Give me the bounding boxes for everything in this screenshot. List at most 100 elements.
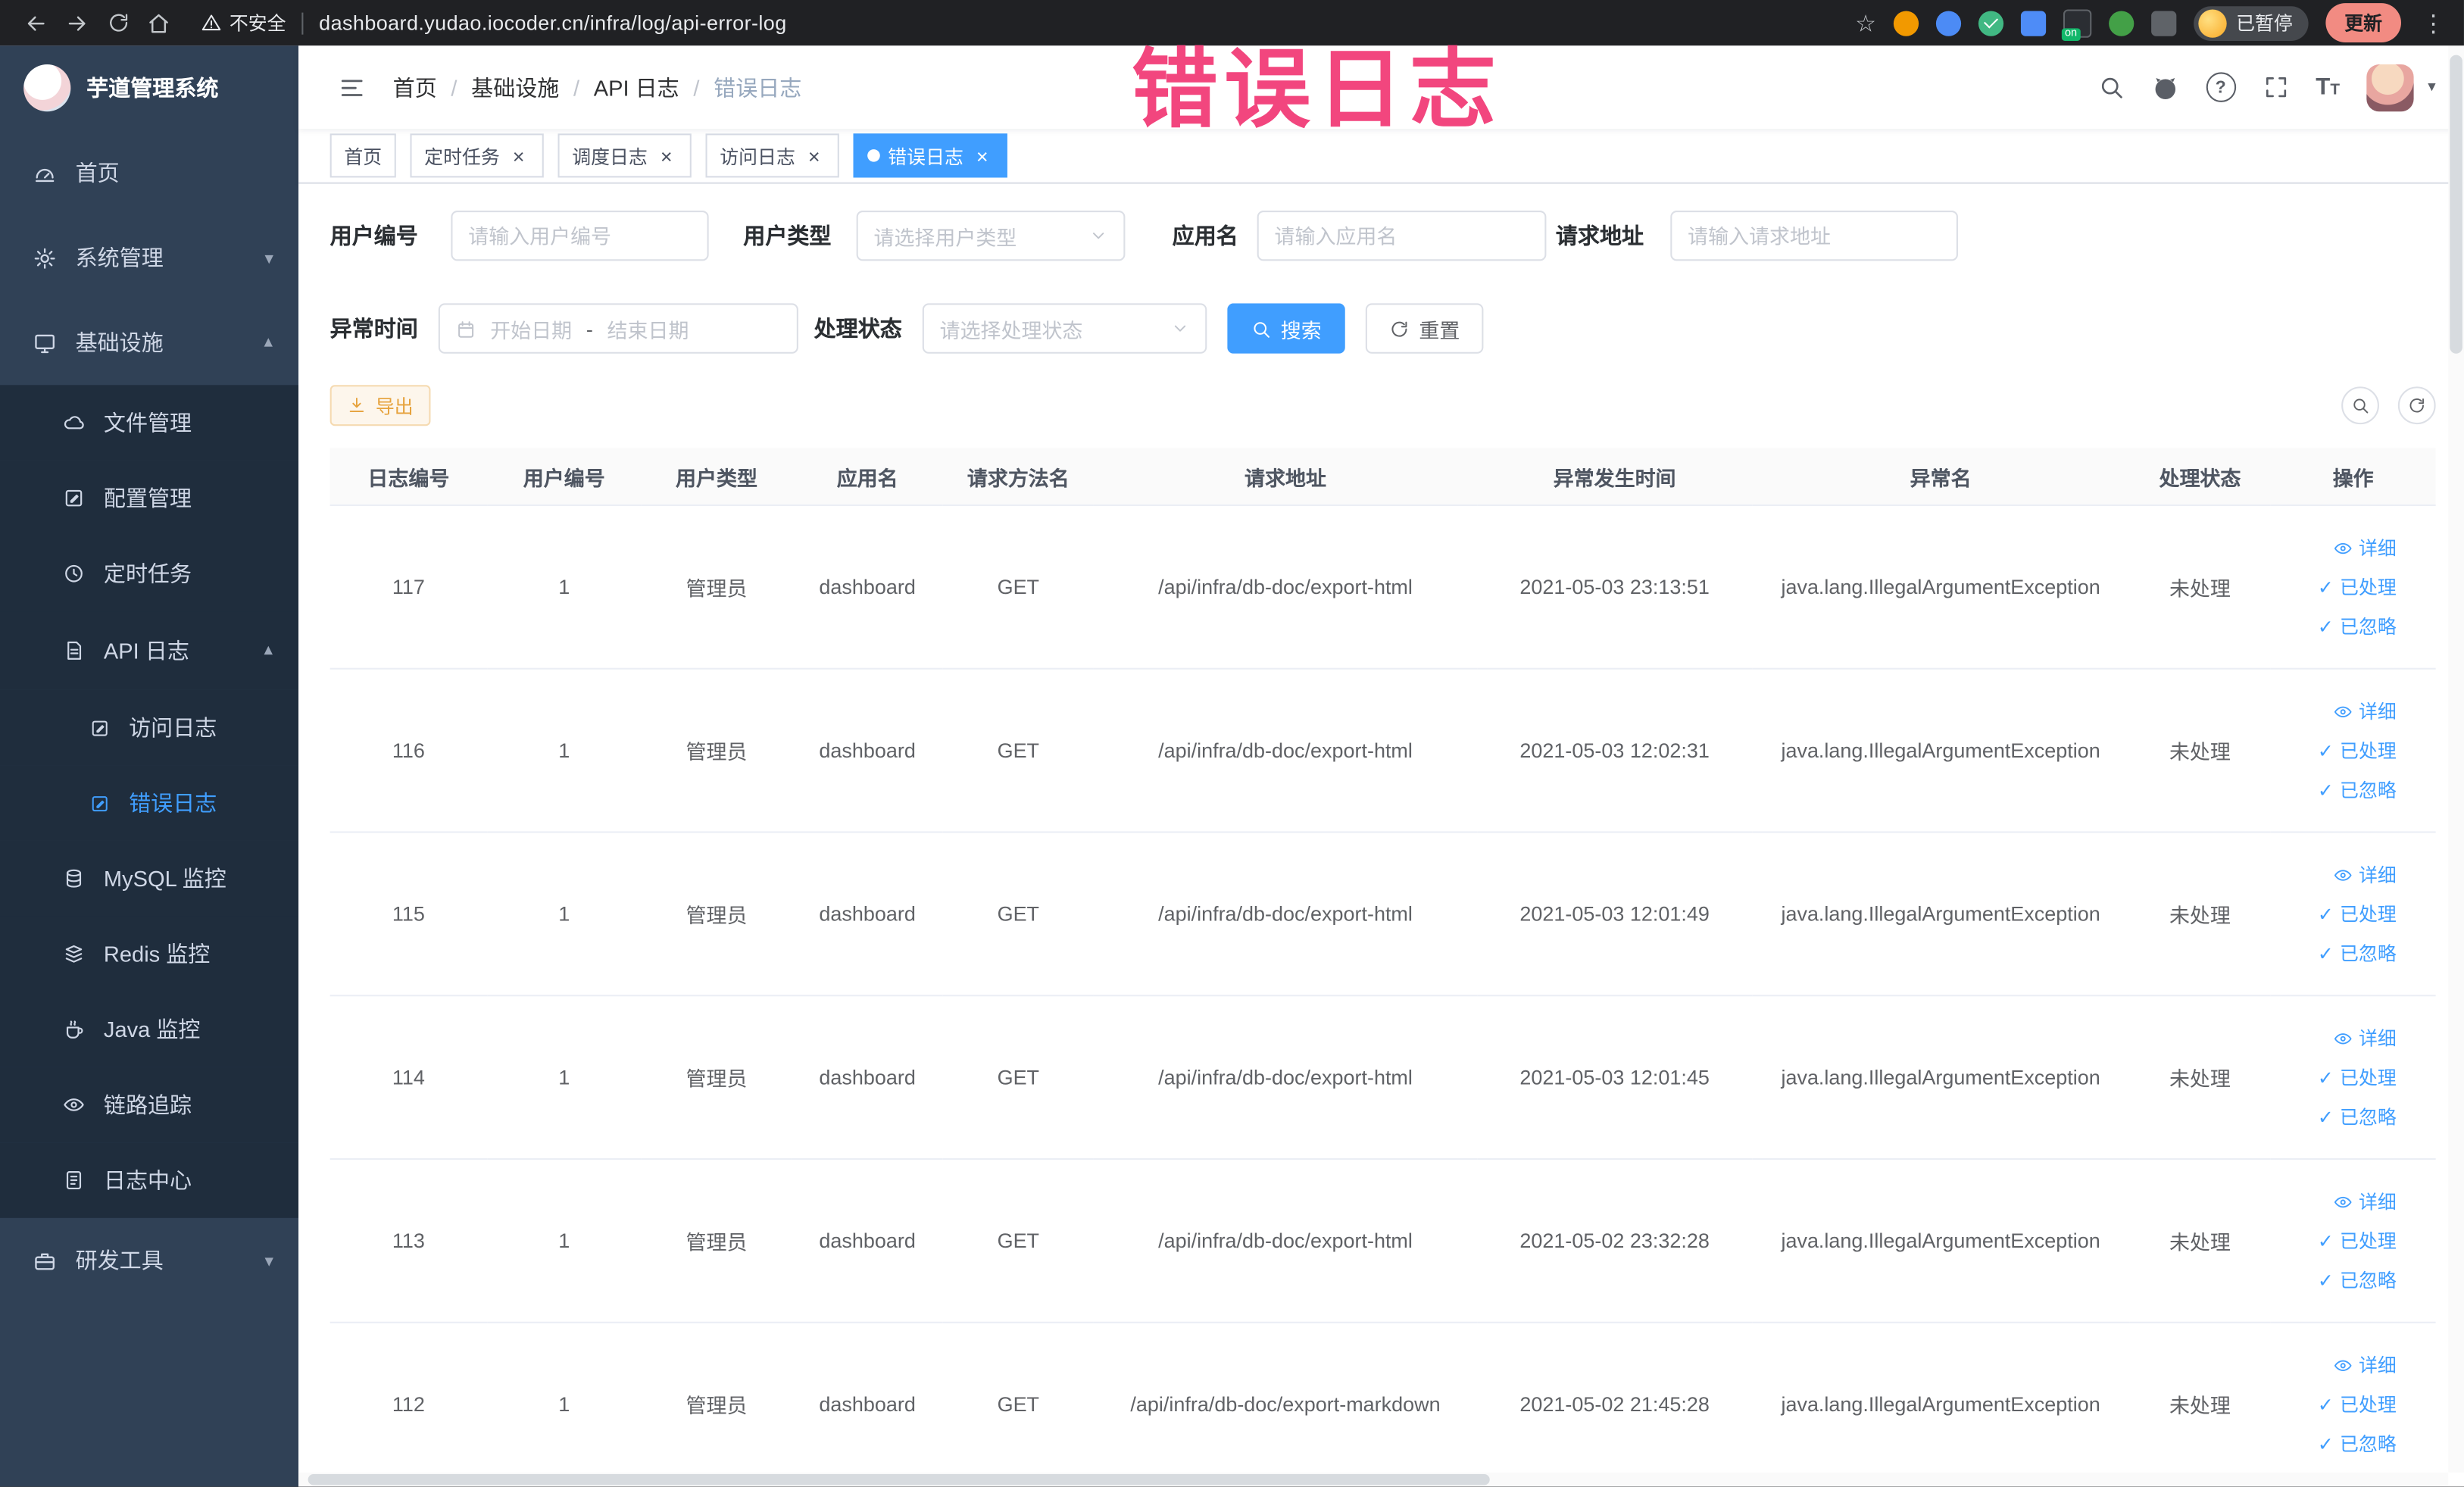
mark-processed-link[interactable]: ✓ 已处理 <box>2272 1385 2434 1424</box>
sidebar-item-trace[interactable]: 链路追踪 <box>0 1067 299 1143</box>
sidebar-toggle-button[interactable] <box>338 73 366 101</box>
mark-ignored-link[interactable]: ✓ 已忽略 <box>2272 770 2434 810</box>
col-header: 操作 <box>2270 448 2436 507</box>
toggle-search-button[interactable] <box>2341 386 2379 425</box>
exception-time-range-picker[interactable]: 开始日期 - 结束日期 <box>438 303 798 354</box>
mark-processed-link[interactable]: ✓ 已处理 <box>2272 567 2434 607</box>
search-button[interactable]: 搜索 <box>1227 303 1345 354</box>
sidebar-item-scheduled-jobs[interactable]: 定时任务 <box>0 536 299 612</box>
sidebar-item-api-log[interactable]: API 日志 ▾ <box>0 611 299 690</box>
app-logo[interactable]: 芋道管理系统 <box>0 45 298 130</box>
breadcrumb-separator: / <box>693 74 700 100</box>
cloud-icon <box>64 416 84 430</box>
sidebar-item-java-monitor[interactable]: Java 监控 <box>0 992 299 1067</box>
extension-icon-3[interactable] <box>1978 10 2004 36</box>
tab-scheduled-jobs[interactable]: 定时任务 × <box>410 133 544 178</box>
tab-close-icon[interactable]: × <box>507 145 529 166</box>
col-header: 日志编号 <box>329 448 488 507</box>
breadcrumb-item[interactable]: 基础设施 <box>471 71 559 102</box>
fullscreen-icon[interactable] <box>2263 74 2289 101</box>
user-id-input[interactable] <box>451 210 709 261</box>
browser-back-icon[interactable] <box>16 2 57 43</box>
tab-access-log[interactable]: 访问日志 × <box>705 133 839 178</box>
tab-error-log[interactable]: 错误日志 × <box>853 133 1007 178</box>
detail-link[interactable]: 详细 <box>2272 692 2434 731</box>
tab-close-icon[interactable]: × <box>655 145 677 166</box>
chevron-down-icon <box>1092 233 1104 239</box>
avatar-caret-icon[interactable]: ▾ <box>2428 79 2435 96</box>
sidebar-item-config-manage[interactable]: 配置管理 <box>0 460 299 536</box>
breadcrumb-item[interactable]: 首页 <box>393 71 437 102</box>
process-status-select[interactable]: 请选择处理状态 <box>922 303 1207 354</box>
browser-home-icon[interactable] <box>139 2 180 43</box>
horizontal-scrollbar[interactable] <box>298 1472 2449 1487</box>
user-type-select[interactable]: 请选择用户类型 <box>856 210 1126 261</box>
browser-reload-icon[interactable] <box>98 2 139 43</box>
sidebar-item-infra[interactable]: 基础设施 ▾ <box>0 300 298 385</box>
tab-close-icon[interactable]: × <box>971 145 993 166</box>
browser-forward-icon[interactable] <box>57 2 98 43</box>
tab-close-icon[interactable]: × <box>803 145 825 166</box>
request-url-input[interactable] <box>1670 210 1958 261</box>
mark-ignored-link[interactable]: ✓ 已忽略 <box>2272 1261 2434 1300</box>
sidebar-item-dev-tools[interactable]: 研发工具 ▾ <box>0 1218 298 1303</box>
address-bar[interactable]: dashboard.yudao.iocoder.cn/infra/log/api… <box>319 11 786 35</box>
mark-ignored-link[interactable]: ✓ 已忽略 <box>2272 1097 2434 1136</box>
check-icon: ✓ <box>2317 1393 2334 1416</box>
reset-button[interactable]: 重置 <box>1365 303 1484 354</box>
sidebar-item-home[interactable]: 首页 <box>0 130 298 215</box>
export-button[interactable]: 导出 <box>329 385 431 426</box>
github-icon[interactable] <box>2150 73 2178 101</box>
user-avatar[interactable] <box>2366 64 2414 111</box>
scrollbar-thumb[interactable] <box>2450 55 2462 354</box>
scrollbar-thumb[interactable] <box>308 1473 1491 1485</box>
extension-icon-2[interactable] <box>1935 10 1962 36</box>
detail-link[interactable]: 详细 <box>2272 1345 2434 1385</box>
refresh-table-button[interactable] <box>2397 386 2436 425</box>
mark-ignored-link[interactable]: ✓ 已忽略 <box>2272 933 2434 973</box>
extension-icon-4[interactable] <box>2020 10 2047 36</box>
range-separator: - <box>586 317 593 341</box>
sidebar-item-mysql-monitor[interactable]: MySQL 监控 <box>0 840 299 917</box>
filter-row-2: 异常时间 开始日期 - 结束日期 处理状态 请选择处理状态 搜索 重置 <box>330 303 2436 354</box>
mark-processed-link[interactable]: ✓ 已处理 <box>2272 894 2434 933</box>
app-name-input[interactable] <box>1257 210 1547 261</box>
browser-actions: ☆ on 已暂停 更新 ⋮ <box>1855 3 2448 43</box>
search-icon[interactable] <box>2097 74 2124 101</box>
vertical-scrollbar[interactable] <box>2448 45 2464 1473</box>
detail-link[interactable]: 详细 <box>2272 855 2434 895</box>
paused-label: 已暂停 <box>2236 12 2293 35</box>
mark-ignored-link[interactable]: ✓ 已忽略 <box>2272 607 2434 646</box>
extension-icon-1[interactable] <box>1893 10 1919 36</box>
sidebar-item-error-log[interactable]: 错误日志 <box>0 765 299 841</box>
extension-icon-5[interactable]: on <box>2061 8 2092 40</box>
mark-processed-link[interactable]: ✓ 已处理 <box>2272 731 2434 770</box>
font-size-icon[interactable]: TT <box>2316 74 2340 101</box>
sidebar-item-system[interactable]: 系统管理 ▾ <box>0 215 298 300</box>
mark-processed-link[interactable]: ✓ 已处理 <box>2272 1057 2434 1097</box>
sidebar-item-redis-monitor[interactable]: Redis 监控 <box>0 916 299 992</box>
check-shape <box>1983 13 1998 28</box>
detail-link[interactable]: 详细 <box>2272 1182 2434 1221</box>
profile-paused-chip[interactable]: 已暂停 <box>2194 5 2309 40</box>
chevron-down-icon: ▾ <box>264 248 273 268</box>
search-icon <box>2353 398 2369 414</box>
mark-processed-link[interactable]: ✓ 已处理 <box>2272 1221 2434 1261</box>
tab-home[interactable]: 首页 <box>329 133 396 178</box>
detail-link[interactable]: 详细 <box>2272 1018 2434 1057</box>
site-security[interactable]: 不安全 <box>201 9 286 36</box>
extensions-puzzle-icon[interactable] <box>2151 10 2177 36</box>
browser-update-button[interactable]: 更新 <box>2325 3 2401 43</box>
help-icon[interactable]: ? <box>2206 72 2236 102</box>
bookmark-star-icon[interactable]: ☆ <box>1855 8 1876 36</box>
sidebar-item-access-log[interactable]: 访问日志 <box>0 689 299 766</box>
browser-menu-icon[interactable]: ⋮ <box>2419 8 2448 36</box>
breadcrumb-item[interactable]: API 日志 <box>594 71 679 102</box>
extension-icon-6[interactable] <box>2109 10 2135 36</box>
mark-ignored-link[interactable]: ✓ 已忽略 <box>2272 1424 2434 1464</box>
cell-method: GET <box>942 832 1094 997</box>
tab-dispatch-log[interactable]: 调度日志 × <box>557 133 692 178</box>
sidebar-item-file-manage[interactable]: 文件管理 <box>0 385 299 461</box>
detail-link[interactable]: 详细 <box>2272 528 2434 567</box>
sidebar-item-log-center[interactable]: 日志中心 <box>0 1142 299 1218</box>
